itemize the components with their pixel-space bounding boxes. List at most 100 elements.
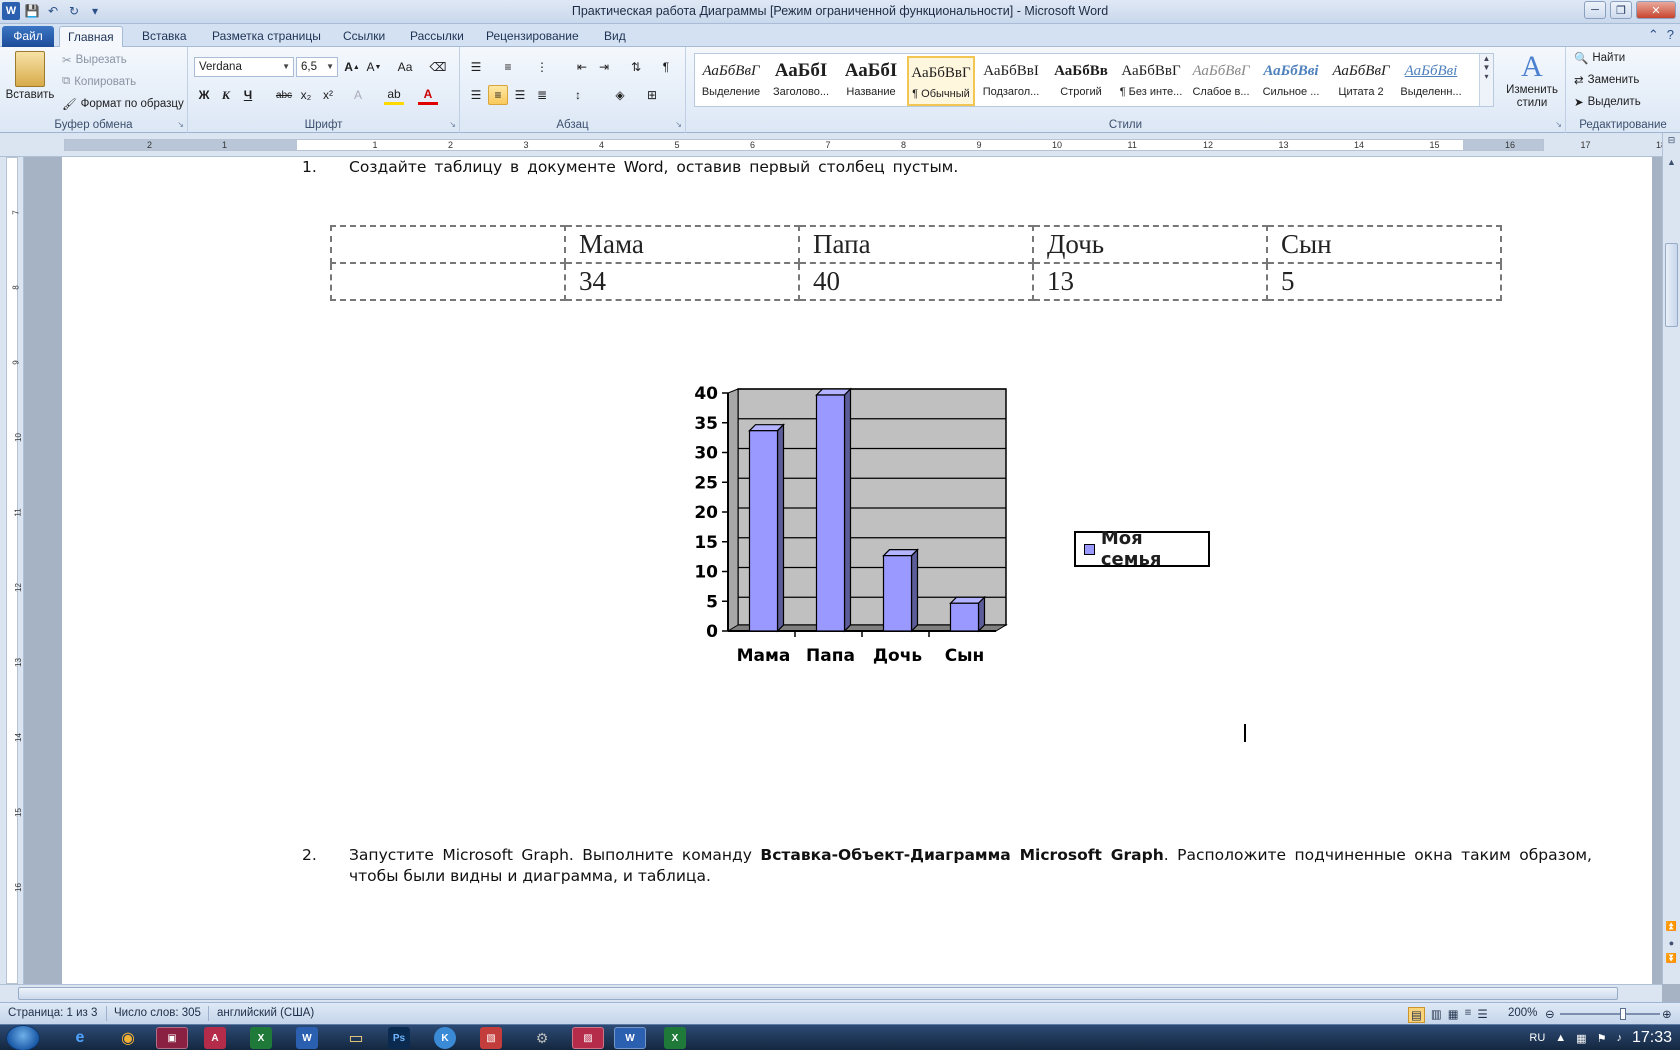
vertical-ruler[interactable]: 7 8 9 10 11 12 13 14 15 16	[0, 157, 24, 984]
table-cell[interactable]: Сын	[1266, 225, 1502, 264]
styles-launcher-icon[interactable]: ↘	[1555, 120, 1562, 129]
zoom-slider[interactable]	[1560, 1013, 1660, 1015]
browse-object-icon[interactable]: ●	[1665, 938, 1678, 948]
excel-pinned-icon[interactable]: X	[250, 1027, 272, 1049]
sort-icon[interactable]: ⇅	[626, 57, 646, 77]
highlight-icon[interactable]: ab	[384, 85, 404, 105]
style-normal[interactable]: АаБбВвГ ¶ Обычный	[907, 56, 975, 106]
change-case-button[interactable]: Аа	[392, 57, 418, 77]
clock[interactable]: 17:33	[1632, 1029, 1672, 1047]
style-quote2[interactable]: АаБбВвГ Цитата 2	[1327, 56, 1395, 106]
align-right-icon[interactable]: ☰	[510, 85, 530, 105]
table-cell[interactable]: 40	[798, 262, 1034, 301]
align-left-icon[interactable]: ☰	[466, 85, 486, 105]
italic-button[interactable]: К	[216, 85, 236, 105]
style-intense-emphasis[interactable]: АаБбВві Сильное ...	[1257, 56, 1325, 106]
bold-button[interactable]: Ж	[194, 85, 214, 105]
style-subtle-emphasis[interactable]: АаБбВвГ Слабое в...	[1187, 56, 1255, 106]
print-layout-icon[interactable]: ▤	[1408, 1007, 1425, 1023]
bullets-icon[interactable]: ☰	[466, 57, 486, 77]
language-bar[interactable]: RU	[1529, 1032, 1545, 1044]
close-button[interactable]: ✕	[1636, 1, 1676, 19]
word-task-icon[interactable]: W	[614, 1027, 646, 1049]
winrar-icon[interactable]: ▣	[156, 1027, 188, 1049]
paste-button[interactable]: Вставить	[6, 51, 54, 101]
data-table[interactable]: Мама Папа Дочь Сын 34 40 13 5	[330, 225, 1502, 301]
tool-icon[interactable]: ⚙	[526, 1027, 558, 1049]
paragraph-launcher-icon[interactable]: ↘	[675, 120, 682, 129]
k-app-icon[interactable]: K	[434, 1027, 456, 1049]
style-strong[interactable]: АаБбВв Строгий	[1047, 56, 1115, 106]
table-cell[interactable]: Дочь	[1032, 225, 1268, 264]
chrome-icon[interactable]: ◉	[112, 1027, 144, 1049]
zoom-slider-thumb[interactable]	[1620, 1008, 1626, 1020]
word-pinned-icon[interactable]: W	[296, 1027, 318, 1049]
select-button[interactable]: ➤ Выделить	[1574, 95, 1641, 109]
minimize-ribbon-icon[interactable]: ⌃	[1648, 27, 1659, 43]
previous-page-icon[interactable]: ⏫	[1665, 921, 1678, 932]
scroll-thumb[interactable]	[1665, 243, 1678, 327]
full-screen-icon[interactable]: ▥	[1431, 1007, 1442, 1023]
draft-icon[interactable]: ☰	[1477, 1007, 1487, 1023]
flag-icon[interactable]: ⚑	[1597, 1032, 1607, 1045]
word-count[interactable]: Число слов: 305	[114, 1007, 201, 1019]
language-indicator[interactable]: английский (США)	[217, 1007, 314, 1019]
table-cell[interactable]	[330, 225, 566, 264]
font-size-combo[interactable]: 6,5 ▼	[296, 57, 338, 77]
subscript-icon[interactable]: x₂	[296, 85, 316, 105]
minimize-button[interactable]: ─	[1584, 1, 1606, 19]
tab-page-layout[interactable]: Разметка страницы	[204, 26, 329, 47]
justify-icon[interactable]: ≣	[532, 85, 552, 105]
style-heading1[interactable]: АаБбI Заголово...	[767, 56, 835, 106]
table-cell[interactable]: 13	[1032, 262, 1268, 301]
table-cell[interactable]: 34	[564, 262, 800, 301]
horizontal-ruler[interactable]: 2 1 1 2 3 4 5 6 7 8 9 10 11 12 13 14 15 16 17 18	[0, 133, 1680, 157]
document-area[interactable]: 1. Создайте таблицу в документе Word, ос…	[24, 157, 1662, 984]
style-emphasis[interactable]: АаБбВвГ Выделение	[697, 56, 765, 106]
line-spacing-icon[interactable]: ↕	[568, 85, 588, 105]
restore-button[interactable]: ❐	[1610, 1, 1632, 19]
tab-insert[interactable]: Вставка	[134, 26, 195, 47]
underline-button[interactable]: Ч	[238, 85, 258, 105]
multilevel-list-icon[interactable]: ⋮	[532, 57, 552, 77]
document-page[interactable]: 1. Создайте таблицу в документе Word, ос…	[62, 157, 1652, 984]
horizontal-scrollbar[interactable]	[0, 984, 1662, 1002]
tab-references[interactable]: Ссылки	[335, 26, 393, 47]
clipboard-launcher-icon[interactable]: ↘	[177, 120, 184, 129]
network-icon[interactable]: ▦	[1576, 1032, 1586, 1045]
page-count[interactable]: Страница: 1 из 3	[8, 1007, 97, 1019]
zoom-in-icon[interactable]: ⊕	[1662, 1007, 1672, 1021]
ie-icon[interactable]: e	[64, 1027, 96, 1049]
superscript-icon[interactable]: x²	[318, 85, 338, 105]
table-cell[interactable]	[330, 262, 566, 301]
font-name-combo[interactable]: Verdana ▼	[194, 57, 294, 77]
change-styles-button[interactable]: A Изменить стили	[1504, 51, 1560, 110]
align-center-icon[interactable]: ≡	[488, 85, 508, 105]
cut-button[interactable]: ✂ Вырезать	[62, 53, 127, 67]
tab-file[interactable]: Файл	[2, 26, 54, 47]
hscroll-thumb[interactable]	[18, 987, 1618, 1000]
borders-icon[interactable]: ⊞	[642, 85, 662, 105]
tab-mailings[interactable]: Рассылки	[402, 26, 472, 47]
red-app-icon[interactable]: ▧	[480, 1027, 502, 1049]
ruler-toggle-icon[interactable]: ⊟	[1665, 135, 1678, 146]
font-launcher-icon[interactable]: ↘	[449, 120, 456, 129]
shrink-font-icon[interactable]: A ▼	[364, 57, 384, 77]
web-layout-icon[interactable]: ▦	[1448, 1007, 1459, 1023]
next-page-icon[interactable]: ⏬	[1665, 953, 1678, 964]
strikethrough-icon[interactable]: abc	[274, 85, 294, 105]
scroll-up-icon[interactable]: ▲	[1665, 157, 1678, 167]
numbering-icon[interactable]: ≡	[498, 57, 518, 77]
excel-task-icon[interactable]: X	[664, 1027, 686, 1049]
style-intense-quote[interactable]: АаБбВві Выделенн...	[1397, 56, 1465, 106]
tab-home[interactable]: Главная	[59, 26, 123, 47]
copy-button[interactable]: ⧉ Копировать	[62, 75, 136, 88]
increase-indent-icon[interactable]: ⇥	[594, 57, 614, 77]
style-no-spacing[interactable]: АаБбВвГ ¶ Без инте...	[1117, 56, 1185, 106]
photoshop-icon[interactable]: Ps	[388, 1027, 410, 1049]
pdf-task-icon[interactable]: ▨	[572, 1027, 604, 1049]
table-cell[interactable]: Папа	[798, 225, 1034, 264]
explorer-icon[interactable]: ▭	[340, 1027, 372, 1049]
format-painter-button[interactable]: 🖌 Формат по образцу	[62, 97, 184, 111]
pilcrow-icon[interactable]: ¶	[656, 57, 676, 77]
